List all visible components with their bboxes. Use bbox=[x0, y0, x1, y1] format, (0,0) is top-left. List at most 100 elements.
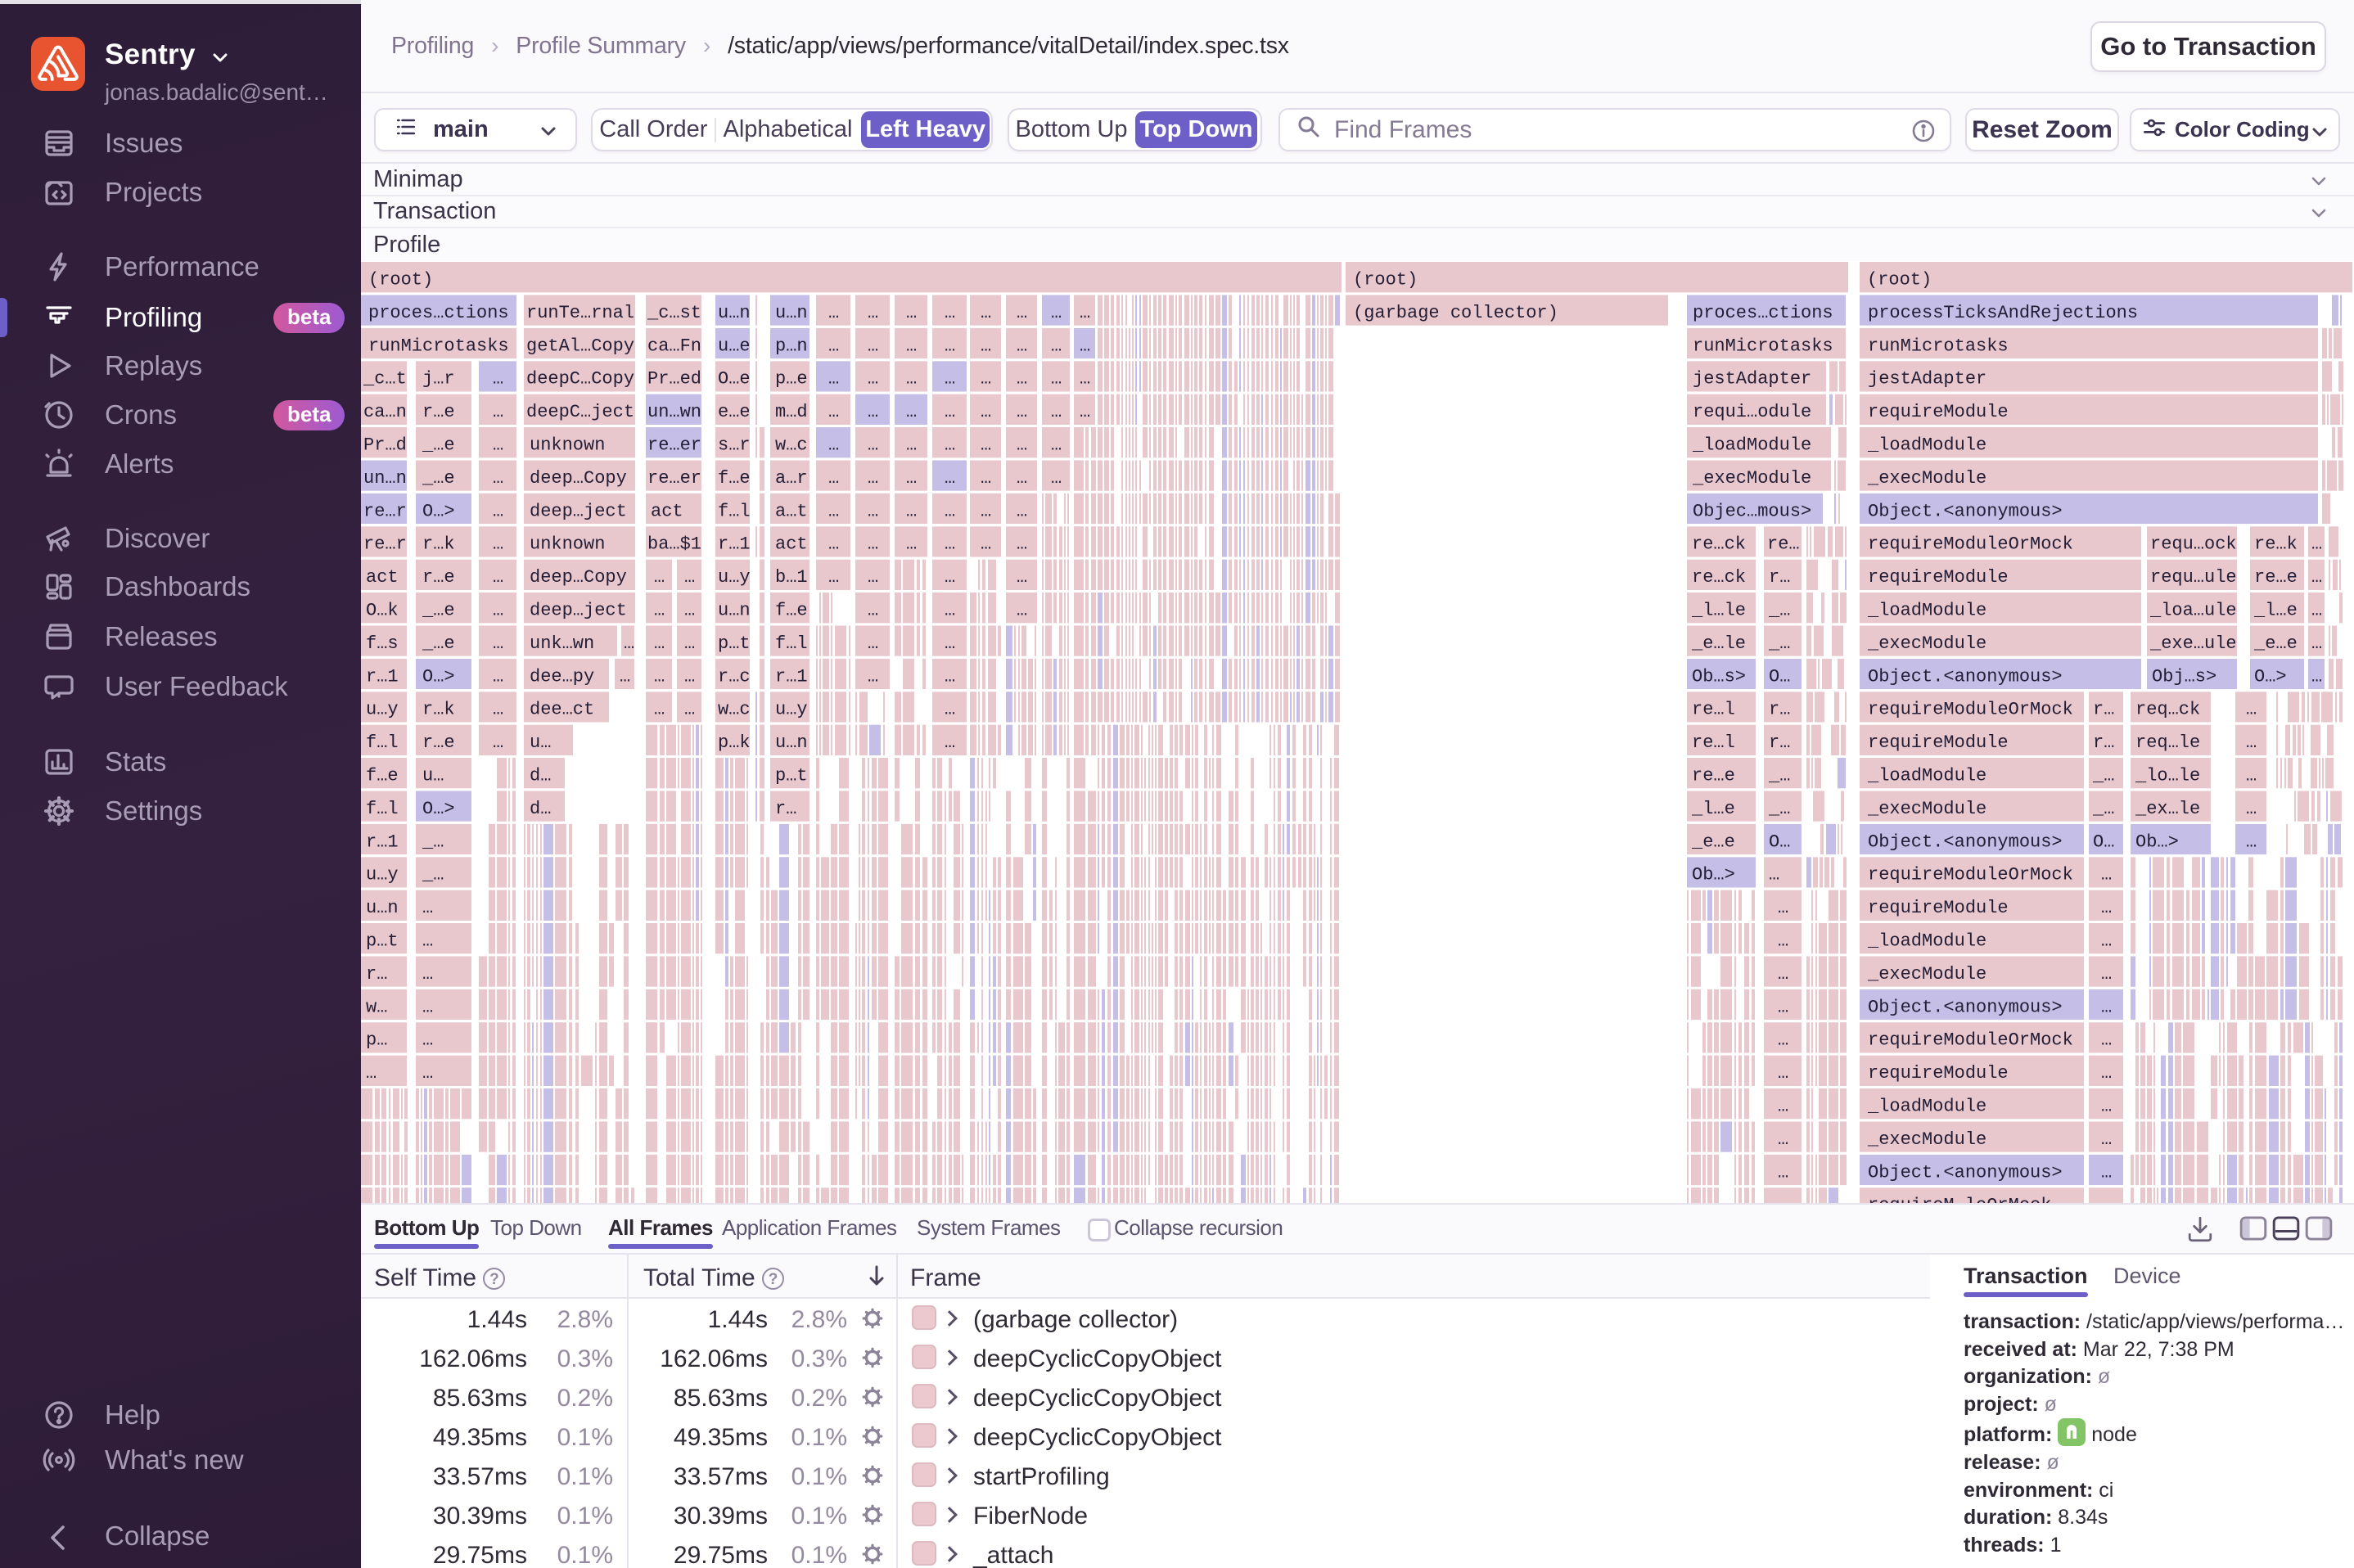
svg-text:_execModule: _execModule bbox=[1867, 1129, 1986, 1150]
svg-text:_loadModule: _loadModule bbox=[1867, 766, 1986, 786]
svg-text:…: … bbox=[945, 633, 955, 654]
svg-text:d…: d… bbox=[530, 799, 551, 819]
svg-text:…: … bbox=[2101, 865, 2112, 885]
svg-text:requireModule: requireModule bbox=[1868, 898, 2009, 918]
svg-text:_…: _… bbox=[2092, 766, 2114, 786]
svg-text:Object.<anonymous>: Object.<anonymous> bbox=[1868, 831, 2063, 852]
svg-text:re…er: re…er bbox=[647, 468, 701, 489]
svg-text:r…c: r…c bbox=[718, 666, 751, 687]
svg-text:unknown: unknown bbox=[530, 435, 605, 456]
svg-text:_…e: _…e bbox=[422, 468, 455, 489]
svg-text:…: … bbox=[1017, 468, 1027, 489]
svg-text:f…l: f…l bbox=[718, 501, 751, 521]
svg-text:f…e: f…e bbox=[366, 766, 399, 786]
svg-text:…: … bbox=[422, 1063, 433, 1084]
svg-text:…: … bbox=[945, 402, 955, 422]
svg-text:runMicrotasks: runMicrotasks bbox=[1693, 336, 1833, 356]
svg-text:…: … bbox=[1017, 402, 1027, 422]
svg-text:deep…Copy: deep…Copy bbox=[530, 468, 627, 489]
svg-text:Ob…>: Ob…> bbox=[2135, 831, 2179, 852]
svg-text:requireModuleOrMock: requireModuleOrMock bbox=[1868, 700, 2073, 720]
svg-text:…: … bbox=[684, 666, 695, 687]
svg-text:…: … bbox=[654, 567, 665, 588]
svg-text:_lo…le: _lo…le bbox=[2135, 766, 2200, 786]
svg-text:u…y: u…y bbox=[775, 700, 808, 720]
svg-text:_e…e: _e…e bbox=[1691, 831, 1735, 852]
svg-text:…: … bbox=[981, 303, 991, 323]
svg-text:…: … bbox=[2101, 898, 2112, 918]
svg-text:_…: _… bbox=[1768, 633, 1790, 654]
svg-text:requi…odule: requi…odule bbox=[1693, 402, 1811, 422]
svg-text:deep…ject: deep…ject bbox=[530, 601, 627, 621]
svg-text:f…s: f…s bbox=[366, 633, 399, 654]
svg-text:_…e: _…e bbox=[422, 435, 455, 456]
svg-text:…: … bbox=[945, 601, 955, 621]
svg-text:processTicksAndRejections: processTicksAndRejections bbox=[1868, 303, 2138, 323]
svg-text:…: … bbox=[1017, 435, 1027, 456]
svg-text:proces…ctions: proces…ctions bbox=[368, 303, 509, 323]
svg-text:r…1: r…1 bbox=[775, 666, 808, 687]
svg-text:…: … bbox=[493, 633, 503, 654]
svg-text:u…n: u…n bbox=[775, 732, 808, 753]
svg-text:act: act bbox=[775, 534, 808, 555]
svg-text:r…e: r…e bbox=[422, 732, 455, 753]
svg-text:…: … bbox=[945, 534, 955, 555]
svg-text:dee…py: dee…py bbox=[530, 666, 594, 687]
svg-text:…: … bbox=[1778, 1030, 1788, 1051]
svg-text:…: … bbox=[1017, 534, 1027, 555]
svg-text:_…: _… bbox=[1768, 799, 1790, 819]
svg-text:…: … bbox=[2101, 1063, 2112, 1084]
svg-text:…: … bbox=[1017, 303, 1027, 323]
svg-text:_ex…le: _ex…le bbox=[2135, 799, 2200, 819]
svg-text:w…: w… bbox=[366, 997, 387, 1017]
svg-text:Obj…s>: Obj…s> bbox=[2152, 666, 2216, 687]
svg-text:(root): (root) bbox=[1353, 270, 1418, 291]
svg-text:requireM…leOrMock: requireM…leOrMock bbox=[1868, 1196, 2051, 1203]
svg-text:_…: _… bbox=[1768, 601, 1790, 621]
svg-text:…: … bbox=[366, 1063, 377, 1084]
svg-text:…: … bbox=[868, 567, 878, 588]
svg-text:getAl…Copy: getAl…Copy bbox=[526, 336, 634, 356]
svg-text:…: … bbox=[2101, 997, 2112, 1017]
svg-text:ba…$1: ba…$1 bbox=[647, 534, 701, 555]
svg-text:…: … bbox=[1051, 336, 1062, 356]
svg-text:w…c: w…c bbox=[775, 435, 808, 456]
svg-text:proces…ctions: proces…ctions bbox=[1693, 303, 1833, 323]
svg-text:…: … bbox=[906, 501, 917, 521]
svg-text:u…: u… bbox=[422, 766, 444, 786]
svg-text:(root): (root) bbox=[1867, 270, 1932, 291]
svg-text:r…k: r…k bbox=[422, 700, 455, 720]
svg-text:…: … bbox=[684, 601, 695, 621]
svg-text:p…k: p…k bbox=[718, 732, 751, 753]
svg-text:…: … bbox=[828, 501, 839, 521]
svg-text:re…k: re…k bbox=[2254, 534, 2298, 555]
svg-text:…: … bbox=[2246, 766, 2257, 786]
svg-text:…: … bbox=[945, 700, 955, 720]
svg-text:…: … bbox=[493, 666, 503, 687]
svg-text:…: … bbox=[828, 402, 839, 422]
svg-text:…: … bbox=[981, 402, 991, 422]
svg-text:O…k: O…k bbox=[366, 601, 399, 621]
svg-text:…: … bbox=[493, 732, 503, 753]
svg-text:_c…st: _c…st bbox=[647, 303, 701, 323]
svg-text:b…1: b…1 bbox=[775, 567, 808, 588]
svg-text:u…: u… bbox=[530, 732, 551, 753]
svg-text:…: … bbox=[1778, 997, 1788, 1017]
svg-text:…: … bbox=[2101, 1030, 2112, 1051]
svg-text:…: … bbox=[868, 633, 878, 654]
svg-text:_execModule: _execModule bbox=[1867, 468, 1986, 489]
svg-text:…: … bbox=[654, 700, 665, 720]
svg-text:…: … bbox=[2101, 931, 2112, 952]
svg-text:…: … bbox=[1778, 1196, 1788, 1203]
svg-text:runMicrotasks: runMicrotasks bbox=[1868, 336, 2009, 356]
svg-text:r…: r… bbox=[1769, 732, 1790, 753]
svg-text:p…n: p…n bbox=[775, 336, 808, 356]
svg-text:…: … bbox=[945, 336, 955, 356]
svg-text:r…1: r…1 bbox=[366, 831, 399, 852]
svg-text:_c…t: _c…t bbox=[363, 369, 407, 390]
svg-text:u…n: u…n bbox=[366, 898, 399, 918]
svg-text:…: … bbox=[1051, 402, 1062, 422]
svg-text:act: act bbox=[651, 501, 683, 521]
svg-text:…: … bbox=[868, 303, 878, 323]
svg-text:r…e: r…e bbox=[422, 567, 455, 588]
